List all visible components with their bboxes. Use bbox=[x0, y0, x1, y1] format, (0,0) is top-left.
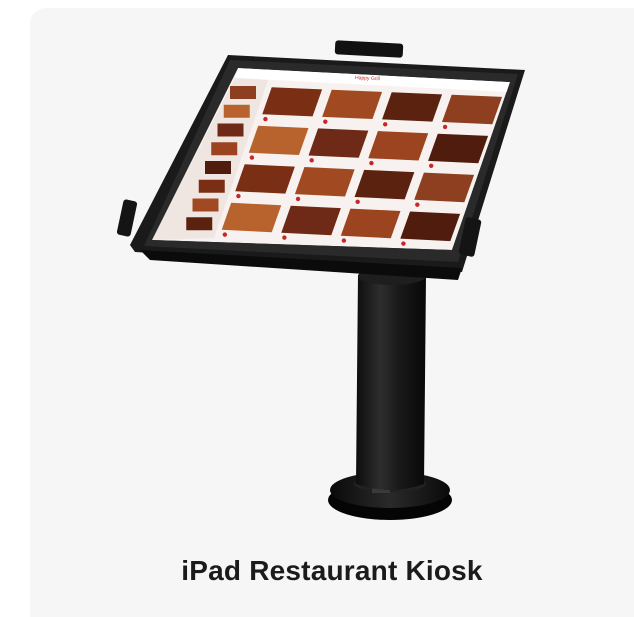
add-item-icon bbox=[309, 158, 314, 163]
sidebar-thumbnail bbox=[205, 161, 231, 174]
sidebar-thumbnail bbox=[186, 217, 213, 231]
food-tile bbox=[441, 94, 503, 125]
food-tile bbox=[294, 167, 355, 197]
food-tile bbox=[354, 169, 415, 200]
sidebar-thumbnail bbox=[217, 123, 244, 137]
food-tile bbox=[235, 164, 295, 194]
add-item-icon bbox=[295, 196, 301, 202]
food-tile bbox=[248, 125, 309, 156]
add-item-icon bbox=[369, 160, 374, 166]
add-item-icon bbox=[282, 235, 287, 240]
add-item-icon bbox=[323, 119, 328, 124]
food-tile bbox=[400, 211, 461, 242]
sidebar-thumbnail bbox=[211, 142, 238, 156]
food-tile bbox=[428, 133, 489, 164]
food-tile bbox=[414, 172, 475, 203]
food-tile bbox=[382, 92, 443, 122]
food-tile bbox=[221, 202, 282, 233]
add-item-icon bbox=[355, 199, 360, 205]
stand-pole bbox=[356, 275, 426, 490]
product-caption: iPad Restaurant Kiosk bbox=[181, 555, 483, 586]
food-tile bbox=[368, 131, 429, 161]
add-item-icon bbox=[401, 241, 406, 246]
food-tile bbox=[322, 89, 383, 120]
add-item-icon bbox=[341, 238, 347, 243]
add-item-icon bbox=[222, 232, 228, 237]
add-item-icon bbox=[442, 124, 448, 130]
food-tile bbox=[308, 128, 369, 158]
sidebar-thumbnail bbox=[223, 104, 250, 118]
add-item-icon bbox=[249, 155, 255, 160]
add-item-icon bbox=[428, 163, 434, 169]
add-item-icon bbox=[415, 202, 420, 207]
add-item-icon bbox=[263, 116, 268, 122]
food-tile bbox=[262, 87, 323, 117]
add-item-icon bbox=[236, 193, 241, 199]
product-photo: Happy Grill bbox=[116, 40, 525, 520]
food-tile bbox=[281, 205, 341, 236]
food-tile bbox=[340, 208, 401, 239]
sidebar-thumbnail bbox=[230, 86, 256, 99]
sidebar-thumbnail bbox=[192, 198, 219, 212]
sidebar-thumbnail bbox=[198, 179, 225, 193]
tablet-screen: Happy Grill bbox=[152, 68, 510, 250]
add-item-icon bbox=[383, 122, 388, 127]
